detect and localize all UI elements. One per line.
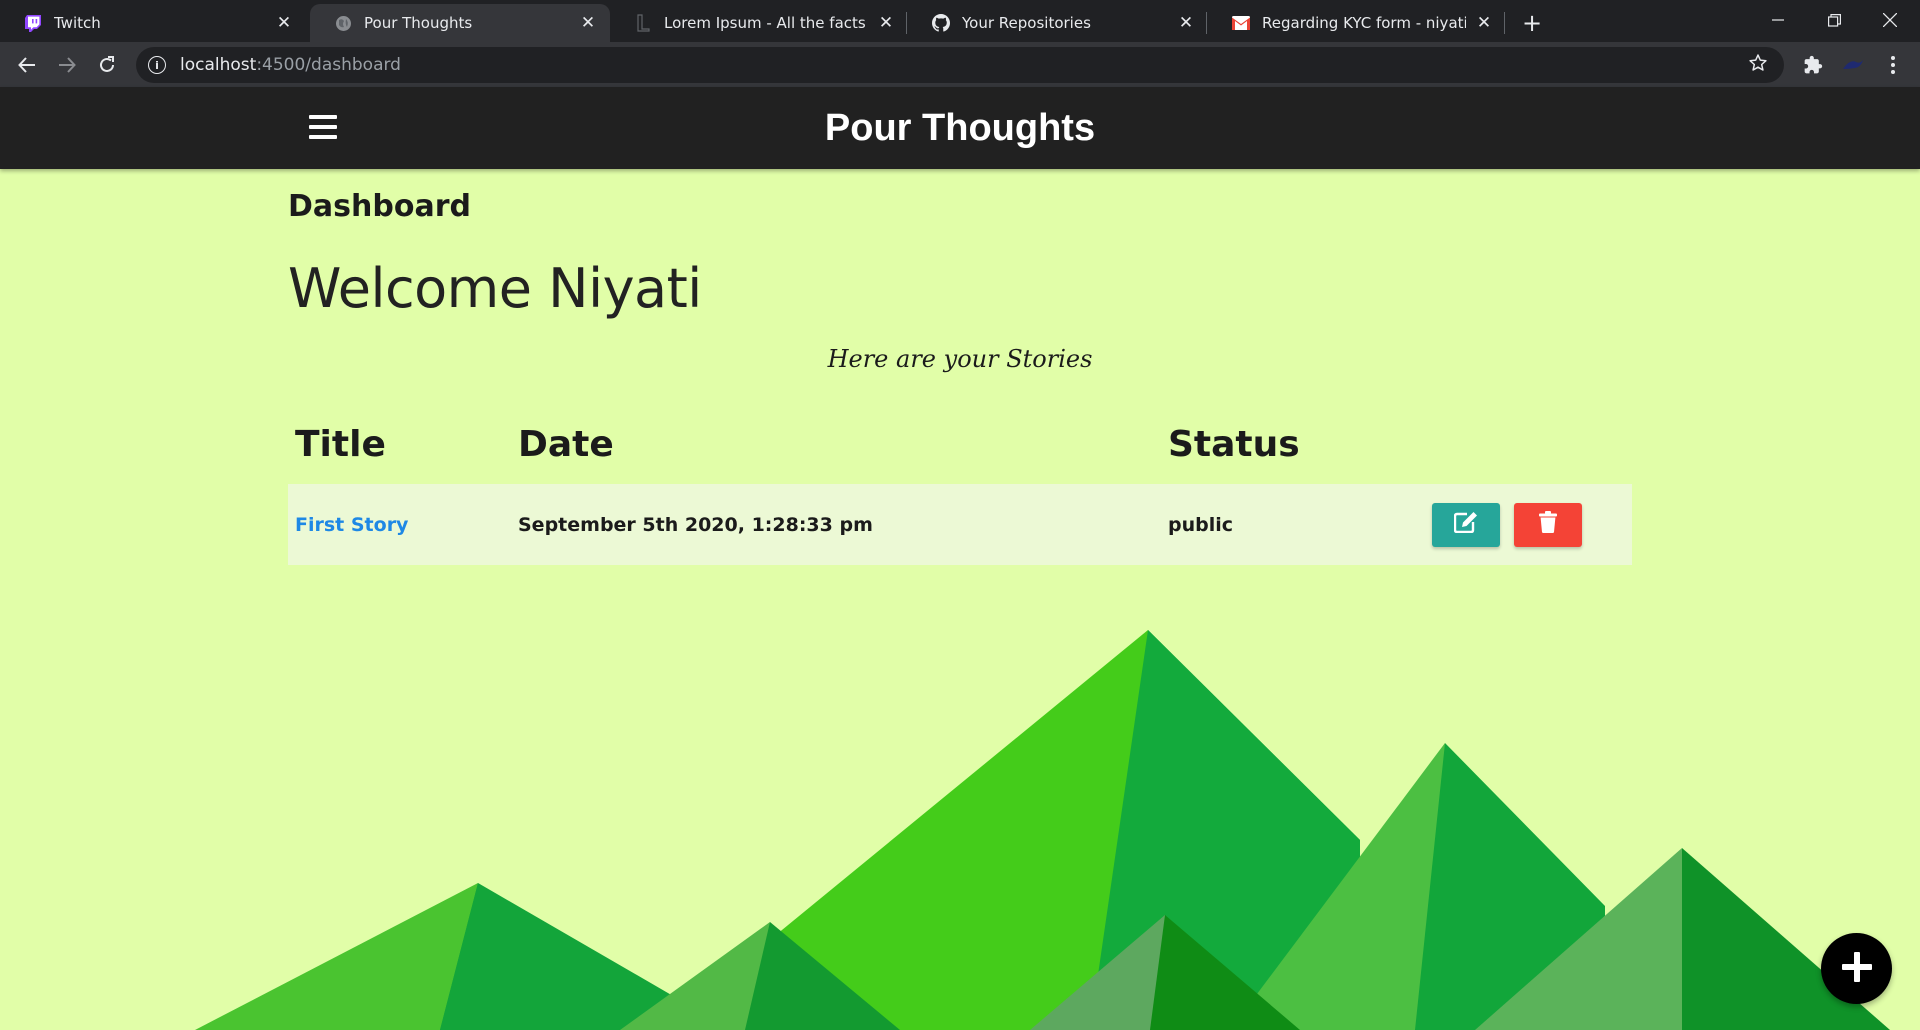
column-header-status: Status	[1168, 423, 1300, 465]
globe-icon	[334, 14, 352, 32]
welcome-heading: Welcome Niyati	[288, 257, 702, 320]
restore-icon[interactable]	[1806, 0, 1862, 40]
story-title-cell: First Story	[288, 484, 511, 565]
extension-icon[interactable]	[1838, 50, 1868, 80]
column-header-title: Title	[295, 423, 386, 465]
close-icon[interactable]: ✕	[578, 13, 598, 33]
lipsum-icon	[634, 14, 652, 32]
tab-title: Lorem Ipsum - All the facts - Lipsum	[664, 14, 868, 32]
plus-icon	[1841, 951, 1872, 986]
table-row: First Story September 5th 2020, 1:28:33 …	[288, 484, 1632, 565]
github-icon	[932, 14, 950, 32]
edit-story-button[interactable]	[1432, 502, 1500, 547]
column-header-date: Date	[518, 423, 614, 465]
hamburger-menu-icon[interactable]	[309, 115, 337, 139]
tab-twitch[interactable]: Twitch ✕	[0, 4, 306, 42]
app-navbar: Pour Thoughts	[0, 87, 1920, 169]
column-header-actions	[1425, 404, 1632, 484]
kebab-menu-icon[interactable]	[1878, 50, 1908, 80]
mountains-illustration	[195, 630, 1890, 1030]
edit-icon	[1453, 511, 1478, 538]
page-title: Dashboard	[288, 189, 471, 224]
add-story-button[interactable]	[1821, 933, 1892, 1004]
close-icon[interactable]: ✕	[1176, 13, 1196, 33]
close-icon[interactable]: ✕	[1474, 13, 1494, 33]
tab-your-repositories[interactable]: Your Repositories ✕	[908, 4, 1208, 42]
story-status: public	[1161, 484, 1425, 565]
url-path: :4500/dashboard	[256, 55, 401, 75]
stories-table: Title Date Status First Story September …	[288, 404, 1632, 565]
twitch-icon	[24, 14, 42, 32]
new-tab-plus-icon[interactable]: +	[1517, 8, 1547, 38]
table-header-row: Title Date Status	[288, 404, 1632, 484]
tab-title: Regarding KYC form - niyati2000	[1262, 14, 1466, 32]
address-bar[interactable]: i localhost:4500/dashboard	[136, 47, 1784, 83]
tab-title: Pour Thoughts	[364, 14, 473, 32]
browser-tab-strip: Twitch ✕ Pour Thoughts ✕ Lorem Ipsum - A…	[0, 0, 1920, 42]
star-icon[interactable]	[1748, 53, 1768, 78]
tab-separator	[1504, 12, 1505, 34]
reload-icon[interactable]	[90, 48, 124, 82]
trash-icon	[1539, 511, 1557, 538]
story-actions	[1425, 484, 1632, 565]
arrow-left-icon[interactable]	[10, 48, 44, 82]
info-icon[interactable]: i	[148, 56, 166, 74]
tab-separator	[906, 12, 907, 34]
tab-lorem-ipsum[interactable]: Lorem Ipsum - All the facts - Lipsum ✕	[610, 4, 908, 42]
gmail-icon	[1232, 14, 1250, 32]
tab-gmail[interactable]: Regarding KYC form - niyati2000 ✕	[1208, 4, 1506, 42]
tab-title: Your Repositories	[962, 14, 1091, 32]
close-icon[interactable]: ✕	[876, 13, 896, 33]
delete-story-button[interactable]	[1514, 502, 1582, 547]
close-icon[interactable]: ✕	[274, 13, 294, 33]
stories-subtitle: Here are your Stories	[827, 345, 1093, 373]
minimize-icon[interactable]	[1750, 0, 1806, 40]
tab-title: Twitch	[54, 14, 101, 32]
tab-pour-thoughts[interactable]: Pour Thoughts ✕	[310, 4, 610, 42]
story-date: September 5th 2020, 1:28:33 pm	[511, 484, 1161, 565]
arrow-right-icon[interactable]	[50, 48, 84, 82]
brand-logo[interactable]: Pour Thoughts	[825, 107, 1095, 150]
browser-toolbar: i localhost:4500/dashboard	[0, 42, 1920, 87]
story-title-link[interactable]: First Story	[295, 514, 408, 536]
tab-separator	[1206, 12, 1207, 34]
url-host: localhost	[180, 55, 257, 75]
window-close-icon[interactable]	[1862, 0, 1918, 40]
puzzle-icon[interactable]	[1798, 50, 1828, 80]
